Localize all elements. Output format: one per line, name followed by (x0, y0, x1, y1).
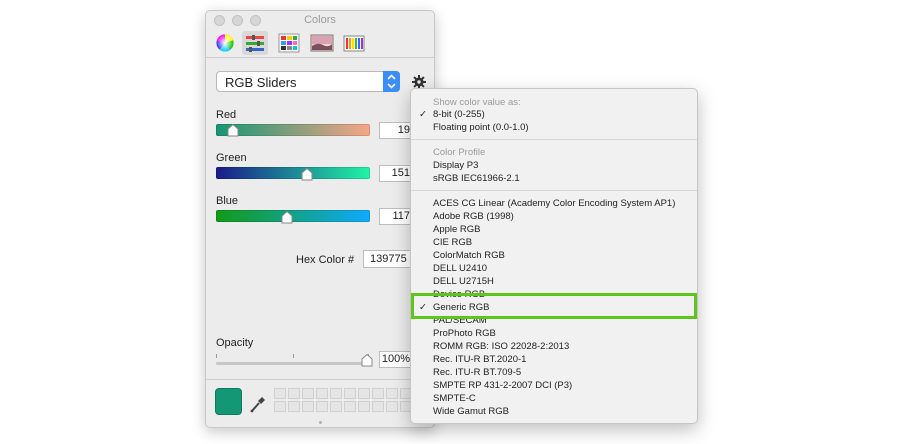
swatch-cell[interactable] (344, 388, 356, 399)
popup-arrows-icon (383, 71, 400, 92)
menu-item-cie-rgb[interactable]: CIE RGB (433, 237, 472, 248)
menu-header-profile: Color Profile (433, 147, 486, 158)
opacity-slider[interactable] (216, 362, 368, 365)
image-palettes-icon[interactable] (308, 31, 334, 55)
current-color-swatch[interactable] (215, 388, 242, 415)
menu-item-rec-2020[interactable]: Rec. ITU-R BT.2020-1 (433, 354, 526, 365)
menu-item-aces-cg[interactable]: ACES CG Linear (Academy Color Encoding S… (433, 198, 675, 209)
pencils-icon[interactable] (340, 31, 366, 55)
menu-item-apple-rgb[interactable]: Apple RGB (433, 224, 481, 235)
menu-item-smpte-dci-p3[interactable]: SMPTE RP 431-2-2007 DCI (P3) (433, 380, 572, 391)
swatch-cell[interactable] (302, 401, 314, 412)
window-title: Colors (304, 14, 336, 26)
color-mode-popup[interactable]: RGB Sliders (216, 71, 400, 92)
color-mode-label: RGB Sliders (225, 75, 297, 90)
menu-item-colormatch-rgb[interactable]: ColorMatch RGB (433, 250, 505, 261)
title-bar[interactable]: Colors (206, 11, 434, 31)
swatch-cell[interactable] (386, 401, 398, 412)
swatch-cell[interactable] (386, 388, 398, 399)
swatch-cell[interactable] (358, 388, 370, 399)
generic-rgb-highlight (411, 293, 697, 319)
resize-grip-icon[interactable] (319, 421, 322, 424)
menu-header-value: Show color value as: (433, 97, 521, 108)
red-slider-thumb[interactable] (227, 123, 239, 137)
menu-item-adobe-rgb[interactable]: Adobe RGB (1998) (433, 211, 514, 222)
swatch-cell[interactable] (316, 388, 328, 399)
menu-item-8bit[interactable]: 8-bit (0-255) (433, 109, 485, 120)
menu-item-srgb[interactable]: sRGB IEC61966-2.1 (433, 173, 520, 184)
menu-item-rec-709[interactable]: Rec. ITU-R BT.709-5 (433, 367, 521, 378)
swatch-cell[interactable] (372, 401, 384, 412)
opacity-tick (216, 354, 217, 358)
palettes-icon[interactable] (276, 31, 302, 55)
menu-separator (411, 139, 697, 140)
eyedropper-icon[interactable] (249, 392, 267, 414)
opacity-label: Opacity (216, 337, 254, 349)
sliders-icon[interactable] (242, 31, 268, 55)
toolbar-divider (206, 57, 434, 58)
menu-item-display-p3[interactable]: Display P3 (433, 160, 478, 171)
green-slider-thumb[interactable] (301, 167, 313, 181)
swatch-cell[interactable] (274, 401, 286, 412)
blue-slider[interactable] (216, 210, 370, 222)
swatch-cell[interactable] (358, 401, 370, 412)
menu-separator (411, 190, 697, 191)
bottom-divider (206, 379, 434, 380)
color-profile-menu: Show color value as: ✓ 8-bit (0-255) Flo… (410, 88, 698, 424)
menu-item-wide-gamut-rgb[interactable]: Wide Gamut RGB (433, 406, 509, 417)
swatch-cell[interactable] (274, 388, 286, 399)
swatch-cell[interactable] (330, 401, 342, 412)
blue-label: Blue (216, 195, 239, 207)
swatch-cell[interactable] (302, 388, 314, 399)
red-slider[interactable] (216, 124, 370, 136)
colors-panel: Colors RGB Sliders Red 19 Green 151 Blue… (205, 10, 435, 428)
menu-item-dell-u2715h[interactable]: DELL U2715H (433, 276, 494, 287)
hex-color-label: Hex Color # (296, 254, 355, 266)
color-wheel-icon[interactable] (212, 31, 238, 55)
menu-item-dell-u2410[interactable]: DELL U2410 (433, 263, 487, 274)
swatch-cell[interactable] (372, 388, 384, 399)
opacity-tick (293, 354, 294, 358)
red-label: Red (216, 109, 237, 121)
swatch-cell[interactable] (330, 388, 342, 399)
green-label: Green (216, 152, 247, 164)
checkmark-icon: ✓ (419, 109, 427, 120)
opacity-slider-thumb[interactable] (361, 353, 373, 367)
swatch-cell[interactable] (316, 401, 328, 412)
swatch-cell[interactable] (344, 401, 356, 412)
blue-slider-thumb[interactable] (281, 210, 293, 224)
green-slider[interactable] (216, 167, 370, 179)
menu-item-romm-rgb[interactable]: ROMM RGB: ISO 22028-2:2013 (433, 341, 569, 352)
swatch-cell[interactable] (288, 388, 300, 399)
menu-item-prophoto-rgb[interactable]: ProPhoto RGB (433, 328, 496, 339)
menu-item-smpte-c[interactable]: SMPTE-C (433, 393, 476, 404)
swatch-cell[interactable] (288, 401, 300, 412)
menu-item-floating-point[interactable]: Floating point (0.0-1.0) (433, 122, 529, 133)
